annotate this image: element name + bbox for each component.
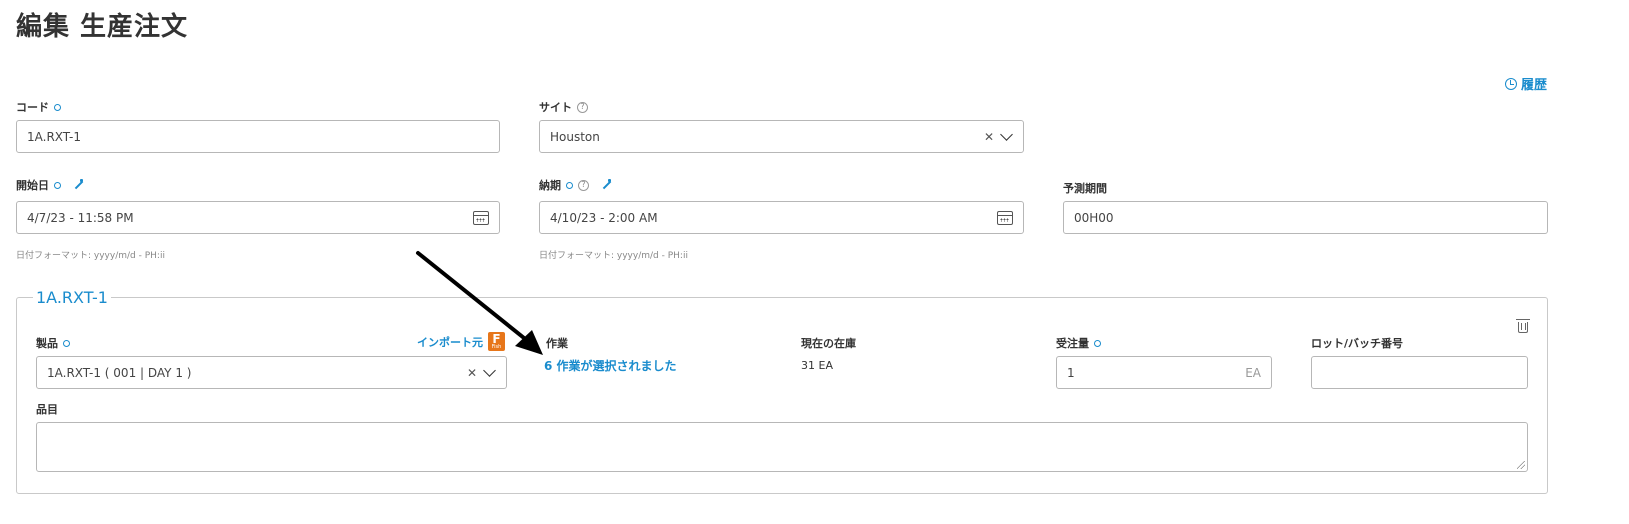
- order-qty-value: 1: [1067, 365, 1075, 380]
- required-icon: [54, 181, 61, 189]
- operations-label-text: 作業: [546, 337, 568, 350]
- history-icon: [1504, 77, 1517, 90]
- order-qty-label: 受注量: [1056, 335, 1101, 351]
- chevron-down-icon[interactable]: [483, 363, 496, 377]
- import-from-link[interactable]: インポート元 F Fish: [417, 332, 505, 351]
- trash-icon: [1516, 318, 1530, 333]
- product-label-text: 製品: [36, 337, 58, 350]
- start-date-label: 開始日: [16, 177, 84, 193]
- site-select[interactable]: Houston ✕: [539, 120, 1024, 153]
- clear-icon[interactable]: ✕: [467, 366, 477, 380]
- due-date-label-text: 納期: [539, 179, 561, 192]
- start-date-label-text: 開始日: [16, 179, 49, 192]
- lot-batch-label-text: ロット/バッチ番号: [1311, 337, 1404, 350]
- item-textarea[interactable]: [36, 422, 1528, 472]
- help-icon[interactable]: ?: [578, 179, 589, 191]
- order-qty-label-text: 受注量: [1056, 337, 1089, 350]
- history-label: 履歴: [1520, 78, 1547, 93]
- code-label-text: コード: [16, 101, 49, 114]
- operations-selected-link[interactable]: 6 作業が選択されました: [544, 357, 677, 374]
- start-date-hint: 日付フォーマット: yyyy/m/d - PH:ii: [16, 251, 165, 261]
- product-label: 製品: [36, 335, 70, 351]
- due-date-input[interactable]: 4/10/23 - 2:00 AM: [539, 201, 1024, 234]
- item-label: 品目: [36, 401, 58, 417]
- order-qty-input[interactable]: 1 EA: [1056, 356, 1272, 389]
- wand-icon[interactable]: [72, 179, 84, 191]
- clear-icon[interactable]: ✕: [984, 130, 994, 144]
- required-icon: [566, 181, 573, 189]
- import-label: インポート元: [417, 335, 483, 349]
- forecast-period-label: 予測期間: [1063, 180, 1107, 196]
- forecast-period-input[interactable]: 00H00: [1063, 201, 1548, 234]
- forecast-period-label-text: 予測期間: [1063, 182, 1107, 195]
- help-icon[interactable]: ?: [577, 101, 588, 113]
- forecast-period-value: 00H00: [1074, 210, 1114, 225]
- item-label-text: 品目: [36, 403, 58, 416]
- required-icon: [1094, 339, 1101, 347]
- fishbowl-icon: F Fish: [488, 332, 505, 351]
- order-qty-unit: EA: [1245, 365, 1261, 380]
- code-value: 1A.RXT-1: [27, 129, 81, 144]
- chevron-down-icon[interactable]: [1000, 127, 1013, 141]
- lot-batch-input[interactable]: [1311, 356, 1528, 389]
- current-stock-label: 現在の在庫: [801, 335, 856, 351]
- calendar-icon[interactable]: [473, 210, 489, 225]
- site-label: サイト ?: [539, 99, 588, 115]
- product-select[interactable]: 1A.RXT-1 ( 001 | DAY 1 ) ✕: [36, 356, 507, 389]
- site-value: Houston: [550, 129, 600, 144]
- due-date-label: 納期 ?: [539, 177, 612, 193]
- line-item-legend: 1A.RXT-1: [36, 288, 108, 307]
- required-icon: [54, 103, 61, 111]
- page-title: 編集 生産注文: [16, 12, 189, 42]
- product-value: 1A.RXT-1 ( 001 | DAY 1 ): [47, 365, 192, 380]
- site-label-text: サイト: [539, 101, 572, 114]
- delete-line-button[interactable]: [1516, 318, 1530, 334]
- history-link[interactable]: 履歴: [1504, 74, 1547, 93]
- start-date-input[interactable]: 4/7/23 - 11:58 PM: [16, 201, 500, 234]
- calendar-icon[interactable]: [997, 210, 1013, 225]
- current-stock-label-text: 現在の在庫: [801, 337, 856, 350]
- start-date-value: 4/7/23 - 11:58 PM: [27, 210, 134, 225]
- wand-icon[interactable]: [600, 179, 612, 191]
- fishbowl-icon-sub: Fish: [491, 344, 502, 350]
- code-label: コード: [16, 99, 61, 115]
- required-icon: [63, 339, 70, 347]
- due-date-value: 4/10/23 - 2:00 AM: [550, 210, 658, 225]
- operations-label: 作業: [546, 335, 568, 351]
- current-stock-value: 31 EA: [801, 359, 833, 372]
- resize-grip-icon[interactable]: [1517, 461, 1525, 469]
- code-input[interactable]: 1A.RXT-1: [16, 120, 500, 153]
- due-date-hint: 日付フォーマット: yyyy/m/d - PH:ii: [539, 251, 688, 261]
- lot-batch-label: ロット/バッチ番号: [1311, 335, 1403, 351]
